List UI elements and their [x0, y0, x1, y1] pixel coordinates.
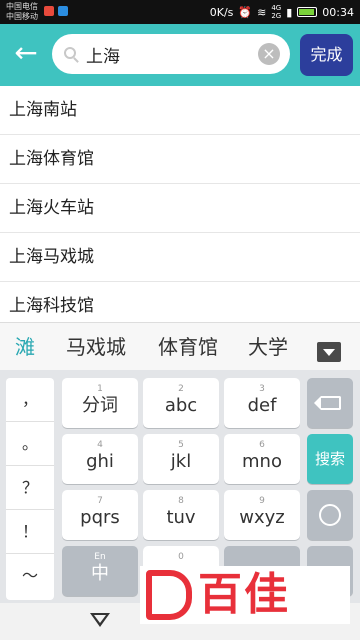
suggestion-list: 上海南站 上海体育馆 上海火车站 上海马戏城 上海科技馆 [0, 86, 360, 322]
suggestion-item[interactable]: 上海火车站 [0, 184, 360, 233]
language-switch-key[interactable]: En 中 [62, 546, 138, 596]
alarm-icon: ⏰ [238, 5, 253, 19]
key-5[interactable]: 5 jkl [143, 434, 219, 484]
watermark-brand: 百佳 [198, 569, 290, 620]
search-header: ← × 完成 [0, 24, 360, 86]
language-key-top: En [94, 552, 106, 562]
symbol-key[interactable]: ～ [6, 554, 54, 598]
symbol-key[interactable]: ？ [6, 466, 54, 510]
key-number: 4 [97, 440, 103, 450]
candidate-bar: 滩 马戏城 体育馆 大学 [0, 322, 360, 370]
clock: 00:34 [322, 5, 354, 19]
symbol-key[interactable]: 。 [6, 422, 54, 466]
key-number: 8 [178, 496, 184, 506]
search-icon [64, 47, 76, 59]
candidate-word[interactable]: 大学 [248, 323, 288, 371]
search-input[interactable] [86, 40, 256, 68]
signal-bars-icon: ▮ [286, 5, 293, 19]
key-label: ghi [86, 451, 114, 472]
clear-icon[interactable]: × [258, 43, 280, 65]
key-label: def [247, 395, 277, 416]
key-7[interactable]: 7 pqrs [62, 490, 138, 540]
key-8[interactable]: 8 tuv [143, 490, 219, 540]
notification-icons [44, 6, 68, 16]
key-label: pqrs [80, 507, 120, 528]
screen: 中国电信 中国移动 0K/s ⏰ ≋ 4G 2G ▮ 00:34 ← × 完成 [0, 0, 360, 640]
candidate-word[interactable]: 马戏城 [66, 323, 126, 371]
emoji-key[interactable] [307, 490, 353, 540]
message-notification-icon [58, 6, 68, 16]
watermark-logo-icon [146, 570, 192, 620]
status-bar: 中国电信 中国移动 0K/s ⏰ ≋ 4G 2G ▮ 00:34 [0, 0, 360, 24]
wifi-icon: ≋ [257, 5, 267, 19]
key-number: 9 [259, 496, 265, 506]
key-label: tuv [166, 507, 196, 528]
key-4[interactable]: 4 ghi [62, 434, 138, 484]
watermark: 百佳 [140, 566, 350, 624]
backspace-key[interactable] [307, 378, 353, 428]
key-2[interactable]: 2 abc [143, 378, 219, 428]
key-number: 5 [178, 440, 184, 450]
signal-label-top: 4G [271, 4, 282, 12]
search-box[interactable]: × [52, 34, 290, 74]
emoji-icon [319, 504, 341, 526]
key-number: 2 [178, 384, 184, 394]
carrier-2: 中国移动 [6, 12, 38, 21]
symbol-key[interactable]: ！ [6, 510, 54, 554]
key-label: 分词 [82, 395, 118, 416]
suggestion-item[interactable]: 上海体育馆 [0, 135, 360, 184]
symbol-key[interactable]: ， [6, 378, 54, 422]
key-label: jkl [170, 451, 192, 472]
app-notification-icon [44, 6, 54, 16]
key-number: 6 [259, 440, 265, 450]
signal-icon: 4G 2G [271, 4, 281, 20]
carrier-1: 中国电信 [6, 2, 38, 11]
key-3[interactable]: 3 def [224, 378, 300, 428]
search-key-label: 搜索 [314, 450, 345, 468]
collapse-keyboard-icon[interactable] [317, 342, 341, 362]
key-label: wxyz [239, 507, 285, 528]
key-label: abc [164, 395, 198, 416]
suggestion-item[interactable]: 上海南站 [0, 86, 360, 135]
search-key[interactable]: 搜索 [307, 434, 353, 484]
language-key-label: 中 [91, 563, 109, 584]
symbol-column: ， 。 ？ ！ ～ [6, 378, 54, 600]
battery-icon [297, 7, 318, 17]
backspace-icon [314, 396, 341, 410]
key-9[interactable]: 9 wxyz [224, 490, 300, 540]
key-1[interactable]: 1 分词 [62, 378, 138, 428]
back-arrow-icon[interactable]: ← [10, 38, 42, 70]
done-button[interactable]: 完成 [300, 34, 353, 76]
candidate-word[interactable]: 滩 [15, 323, 35, 371]
candidate-word[interactable]: 体育馆 [158, 323, 218, 371]
key-number: 3 [259, 384, 265, 394]
key-6[interactable]: 6 mno [224, 434, 300, 484]
status-right: 0K/s ⏰ ≋ 4G 2G ▮ 00:34 [210, 0, 354, 24]
key-number: 0 [178, 552, 184, 562]
nav-back-icon[interactable] [90, 613, 110, 627]
suggestion-item[interactable]: 上海马戏城 [0, 233, 360, 282]
network-speed: 0K/s [209, 5, 234, 19]
signal-label-bottom: 2G [271, 12, 282, 20]
key-number: 1 [97, 384, 103, 394]
key-label: mno [242, 451, 282, 472]
suggestion-item[interactable]: 上海科技馆 [0, 282, 360, 322]
carrier-info: 中国电信 中国移动 [6, 2, 38, 22]
key-number: 7 [97, 496, 103, 506]
